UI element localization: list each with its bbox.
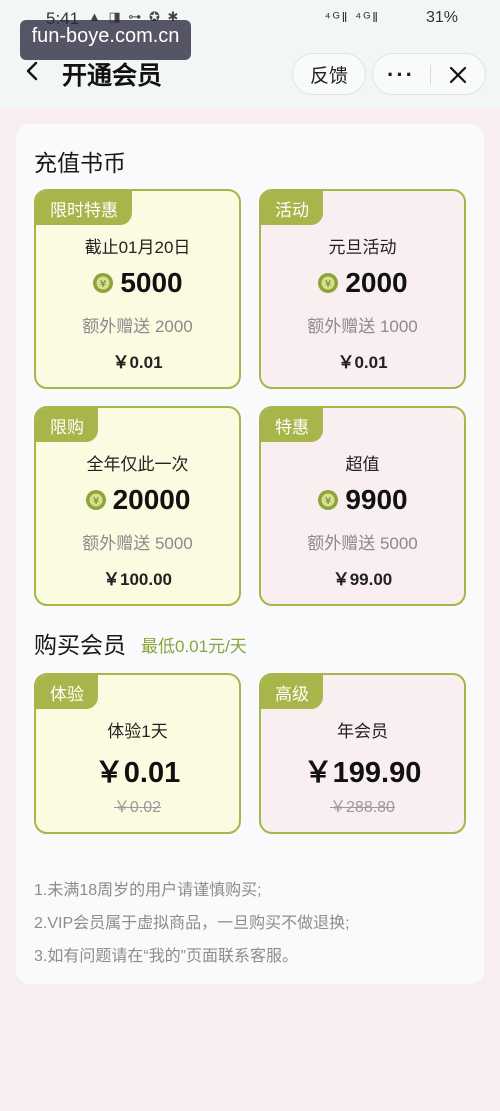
mini-program-capsule: ··· — [372, 53, 486, 95]
more-icon[interactable]: ··· — [387, 54, 413, 96]
vip-section-subtitle: 最低0.01元/天 — [141, 637, 247, 656]
price: ￥100.00 — [103, 570, 172, 589]
coin-icon: ¥ — [85, 490, 106, 510]
card-label: 元旦活动 — [328, 238, 397, 257]
card-badge: 体验 — [36, 675, 98, 709]
vip-original-price: ￥288.80 — [330, 799, 395, 816]
watermark: fun-boye.com.cn — [20, 20, 191, 60]
battery-level: 31% — [425, 9, 458, 26]
note-line: 2.VIP会员属于虚拟商品，一旦购买不做退换; — [34, 915, 350, 932]
recharge-card[interactable]: 活动 元旦活动 ¥ 2000 额外赠送 1000 ￥0.01 — [259, 189, 466, 389]
vip-card[interactable]: 体验 体验1天 ￥0.01 ￥0.02 — [34, 673, 241, 834]
coin-amount: 2000 — [345, 267, 408, 298]
svg-text:¥: ¥ — [325, 496, 331, 507]
coin-amount: 5000 — [120, 267, 183, 298]
card-badge: 活动 — [261, 191, 323, 225]
card-badge: 特惠 — [261, 408, 323, 442]
page-title: 开通会员 — [62, 62, 163, 90]
coin-amount: 9900 — [345, 484, 408, 515]
close-icon[interactable] — [447, 64, 469, 86]
recharge-card[interactable]: 特惠 超值 ¥ 9900 额外赠送 5000 ￥99.00 — [259, 406, 466, 606]
note-line: 3.如有问题请在“我的”页面联系客服。 — [34, 948, 299, 965]
signal-icons: ⁴ᴳ‖ ⁴ᴳ‖ — [324, 9, 380, 25]
card-label: 截止01月20日 — [84, 238, 191, 257]
vip-original-price: ￥0.02 — [113, 799, 162, 816]
card-label: 超值 — [345, 455, 380, 474]
card-label: 年会员 — [337, 722, 388, 741]
note-line: 1.未满18周岁的用户请谨慎购买; — [34, 882, 262, 899]
svg-text:¥: ¥ — [92, 496, 98, 507]
vip-price: ￥0.01 — [94, 757, 181, 789]
price: ￥99.00 — [332, 570, 393, 589]
svg-text:¥: ¥ — [100, 279, 106, 290]
recharge-card[interactable]: 限购 全年仅此一次 ¥ 20000 额外赠送 5000 ￥100.00 — [34, 406, 241, 606]
price: ￥0.01 — [112, 353, 163, 372]
main-panel: 充值书币 限时特惠 截止01月20日 ¥ 5000 额外赠送 2000 ￥0.0… — [16, 124, 484, 984]
recharge-section-title: 充值书币 — [34, 150, 126, 176]
bonus-text: 额外赠送 1000 — [307, 317, 418, 336]
card-badge: 限购 — [36, 408, 98, 442]
coin-amount: 20000 — [112, 484, 191, 515]
card-label: 体验1天 — [107, 722, 168, 741]
price: ￥0.01 — [337, 353, 388, 372]
back-arrow-icon[interactable] — [22, 60, 44, 82]
bonus-text: 额外赠送 5000 — [82, 534, 193, 553]
coin-icon: ¥ — [93, 273, 114, 293]
card-badge: 高级 — [261, 675, 323, 709]
recharge-card[interactable]: 限时特惠 截止01月20日 ¥ 5000 额外赠送 2000 ￥0.01 — [34, 189, 241, 389]
card-badge: 限时特惠 — [36, 191, 132, 225]
svg-text:¥: ¥ — [325, 279, 331, 290]
feedback-button[interactable]: 反馈 — [292, 53, 366, 95]
capsule-divider — [430, 65, 431, 85]
vip-section-title: 购买会员 — [34, 632, 126, 658]
vip-card[interactable]: 高级 年会员 ￥199.90 ￥288.80 — [259, 673, 466, 834]
coin-icon: ¥ — [318, 273, 339, 293]
bonus-text: 额外赠送 5000 — [307, 534, 418, 553]
vip-price: ￥199.90 — [303, 757, 422, 789]
coin-icon: ¥ — [318, 490, 339, 510]
card-label: 全年仅此一次 — [86, 455, 189, 474]
bonus-text: 额外赠送 2000 — [82, 317, 193, 336]
